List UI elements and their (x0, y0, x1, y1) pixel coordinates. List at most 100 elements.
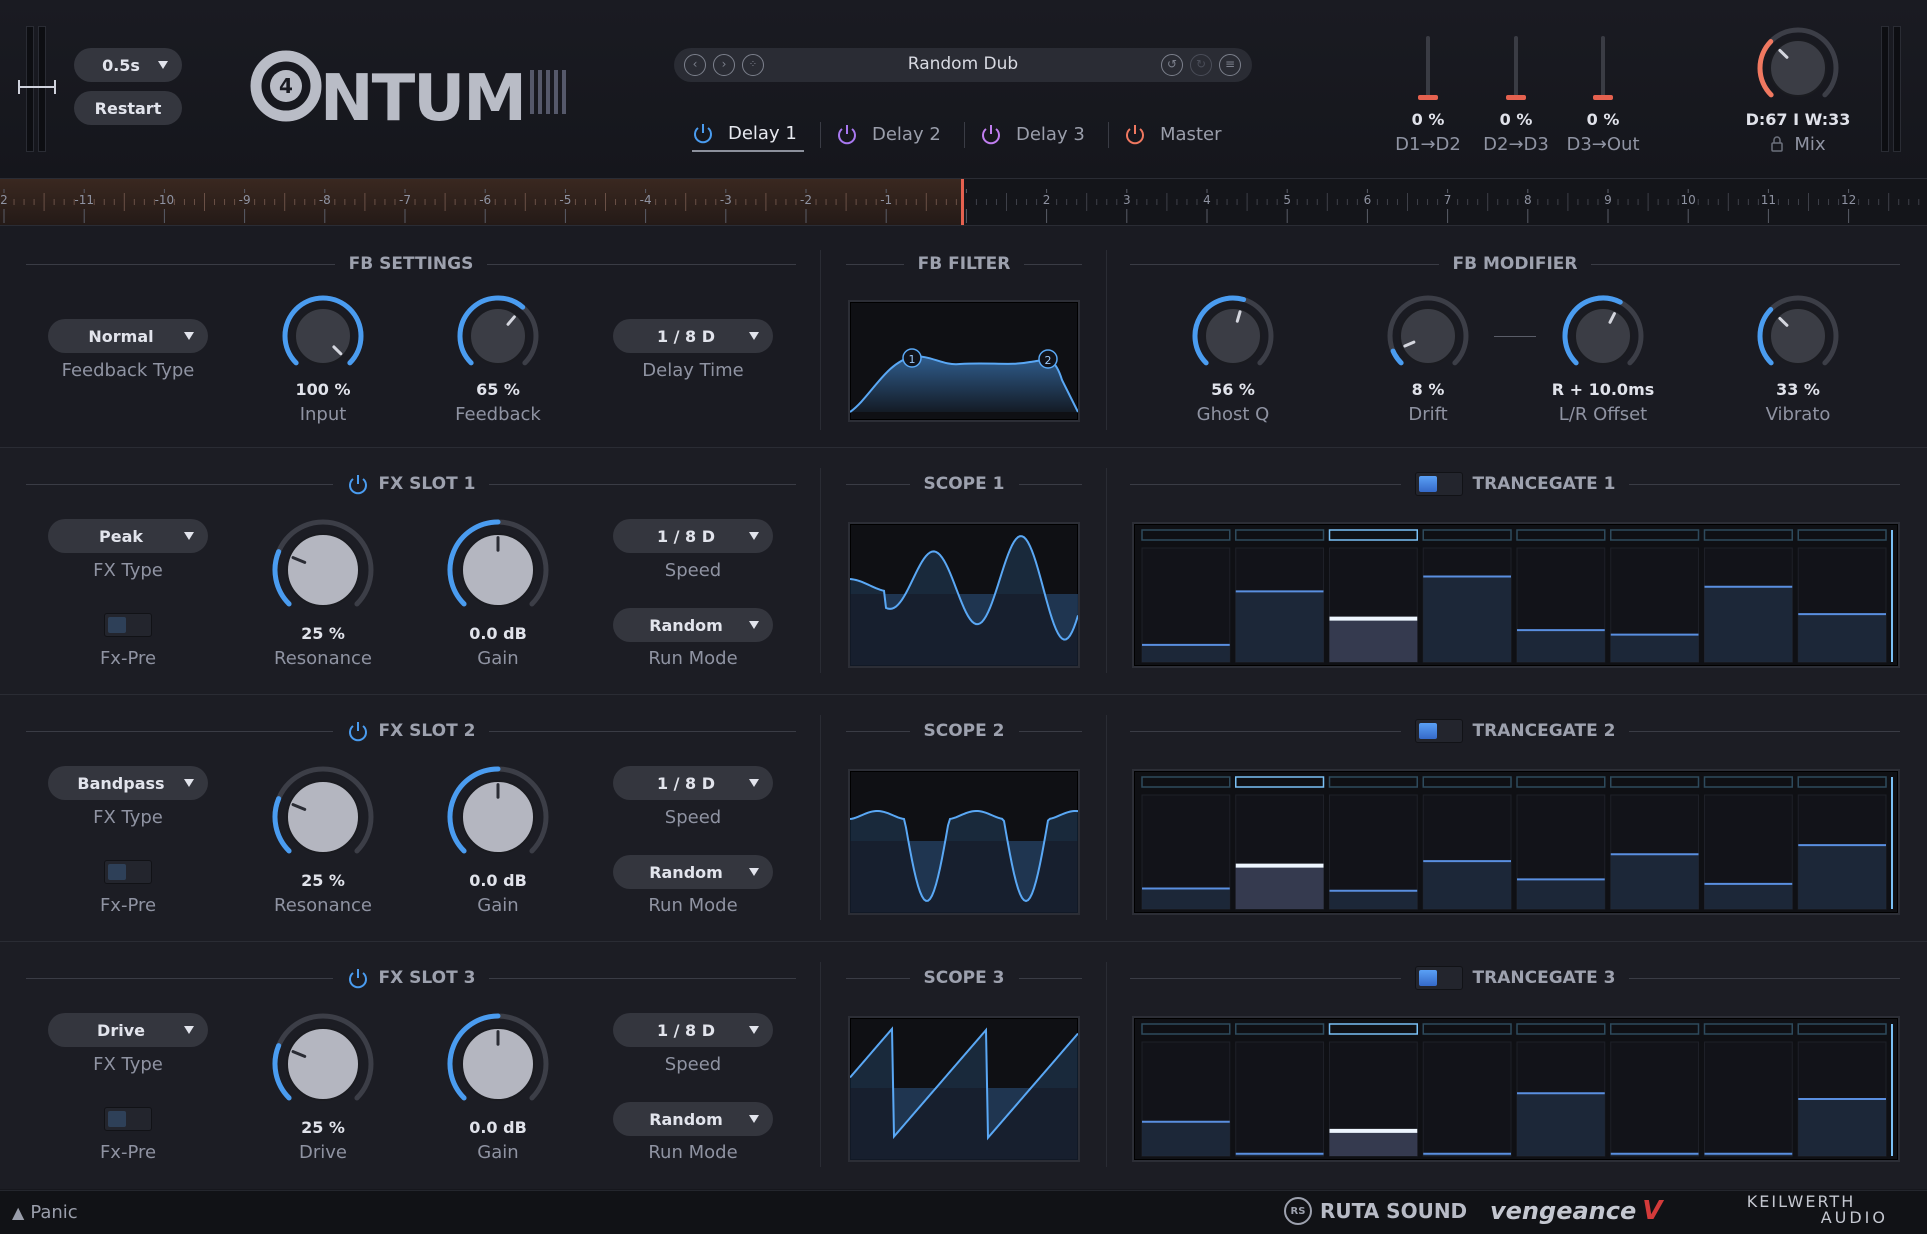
fx-type-select[interactable]: Bandpass (48, 766, 208, 800)
timeline-tick-label: -5 (559, 193, 571, 207)
ghost-q-value: 56 % (1211, 380, 1255, 399)
gate-step (1610, 634, 1699, 662)
gain-knob[interactable] (446, 1012, 550, 1116)
gate-step-selector (1610, 529, 1700, 541)
run-mode-select[interactable]: Random (613, 855, 773, 889)
output-meter-left (1881, 26, 1889, 152)
timeline-tick-label: 9 (1604, 193, 1612, 207)
timeline[interactable]: 2 -11 -10 -9 -8 -7 -6 -5 -4 -3 -2 -1 2 3 4 5 6 7 8 9 10 11 12 (0, 178, 1927, 226)
fb-filter-display[interactable]: 1 2 (848, 300, 1080, 422)
trancegate-display[interactable] (1132, 522, 1900, 668)
fx-pre-toggle[interactable] (104, 1107, 152, 1131)
fx-pre-toggle[interactable] (104, 860, 152, 884)
undo-icon[interactable]: ↺ (1161, 54, 1183, 76)
timeline-tick-label: 8 (1524, 193, 1532, 207)
chevron-down-icon (749, 1026, 759, 1034)
power-icon (982, 125, 1000, 145)
d3-out-fader[interactable] (1593, 36, 1613, 100)
fx-pre-toggle[interactable] (104, 613, 152, 637)
fb-settings-title: FB SETTINGS (348, 254, 474, 274)
fx-knob-1[interactable] (271, 765, 375, 869)
gate-step (1235, 591, 1324, 662)
scope-header: SCOPE 3 (846, 966, 1082, 990)
mix-knob[interactable] (1756, 26, 1840, 110)
scope-header: SCOPE 2 (846, 719, 1082, 743)
input-knob[interactable] (281, 294, 365, 378)
tab-label: Master (1160, 123, 1222, 145)
gate-step-selector (1328, 529, 1418, 541)
time-select[interactable]: 0.5s (74, 48, 182, 82)
tab-delay-2[interactable]: Delay 2 (836, 116, 941, 152)
gate-step (1329, 1130, 1418, 1156)
fx-type-select[interactable]: Drive (48, 1013, 208, 1047)
speed-select[interactable]: 1 / 8 D (613, 766, 773, 800)
svg-text:4: 4 (279, 74, 293, 98)
gate-step-selector (1516, 529, 1606, 541)
playhead[interactable] (961, 179, 964, 225)
gate-step (1517, 1093, 1605, 1156)
gain-label: Gain (477, 895, 519, 916)
restart-button[interactable]: Restart (74, 91, 182, 125)
trancegate-steps[interactable] (1134, 1018, 1898, 1160)
trancegate-steps[interactable] (1134, 771, 1898, 913)
scope-wave (849, 535, 1079, 666)
gate-step (1798, 1099, 1886, 1156)
next-preset-icon[interactable]: › (713, 54, 735, 76)
tab-master[interactable]: Master (1124, 116, 1221, 152)
fx-type-label: FX Type (93, 1054, 163, 1075)
trancegate-toggle[interactable] (1414, 719, 1463, 743)
lock-icon[interactable] (1770, 136, 1784, 152)
fb-modifier-title: FB MODIFIER (1452, 254, 1578, 274)
gate-step (1329, 618, 1418, 662)
d1-d2-label: D1→D2 (1395, 134, 1461, 155)
prev-preset-icon[interactable]: ‹ (684, 54, 706, 76)
vengeance-text: vengeance (1490, 1197, 1637, 1225)
run-mode-value: Random (649, 615, 723, 635)
power-icon[interactable] (347, 720, 369, 742)
delay-time-select[interactable]: 1 / 8 D (613, 319, 773, 353)
trancegate-toggle[interactable] (1414, 472, 1463, 496)
vibrato-knob[interactable] (1756, 294, 1840, 378)
fx-type-select[interactable]: Peak (48, 519, 208, 553)
preset-name[interactable]: Random Dub (800, 54, 1126, 74)
run-mode-select[interactable]: Random (613, 1102, 773, 1136)
scope-title: SCOPE 3 (923, 968, 1005, 988)
tab-delay-3[interactable]: Delay 3 (980, 116, 1085, 152)
lr-offset-knob[interactable] (1561, 294, 1645, 378)
d2-d3-fader[interactable] (1506, 36, 1526, 100)
tab-delay-1[interactable]: Delay 1 (692, 116, 804, 152)
random-preset-icon[interactable]: ⁘ (742, 54, 764, 76)
trancegate-toggle[interactable] (1414, 966, 1463, 990)
gain-knob[interactable] (446, 518, 550, 622)
trancegate-steps[interactable] (1134, 524, 1898, 666)
speed-select[interactable]: 1 / 8 D (613, 519, 773, 553)
power-icon[interactable] (347, 473, 369, 495)
fx-knob-1[interactable] (271, 518, 375, 622)
filter-node-1-label: 1 (909, 353, 916, 366)
speed-select[interactable]: 1 / 8 D (613, 1013, 773, 1047)
power-icon[interactable] (347, 967, 369, 989)
run-mode-select[interactable]: Random (613, 608, 773, 642)
fx-knob-1[interactable] (271, 1012, 375, 1116)
feedback-type-select[interactable]: Normal (48, 319, 208, 353)
timeline-tick-label: -3 (720, 193, 732, 207)
menu-icon[interactable]: ≡ (1219, 54, 1241, 76)
keilwerth-audio-text: AUDIO (1820, 1208, 1888, 1227)
drift-knob[interactable] (1386, 294, 1470, 378)
feedback-type-value: Normal (88, 326, 154, 346)
input-value: 100 % (295, 380, 351, 399)
timeline-tick-label: 6 (1364, 193, 1372, 207)
d1-d2-fader[interactable] (1418, 36, 1438, 100)
speed-label: Speed (664, 807, 722, 828)
trancegate-display[interactable] (1132, 1016, 1900, 1162)
feedback-knob[interactable] (456, 294, 540, 378)
ghost-q-knob[interactable] (1191, 294, 1275, 378)
time-offset-handle[interactable] (18, 86, 56, 88)
gate-step-selector (1703, 776, 1793, 788)
gate-step-selector (1422, 776, 1512, 788)
gain-knob[interactable] (446, 765, 550, 869)
trancegate-display[interactable] (1132, 769, 1900, 915)
gate-step-selector (1610, 776, 1700, 788)
panic-button[interactable]: ▲ Panic (12, 1200, 78, 1224)
redo-icon[interactable]: ↻ (1190, 54, 1212, 76)
